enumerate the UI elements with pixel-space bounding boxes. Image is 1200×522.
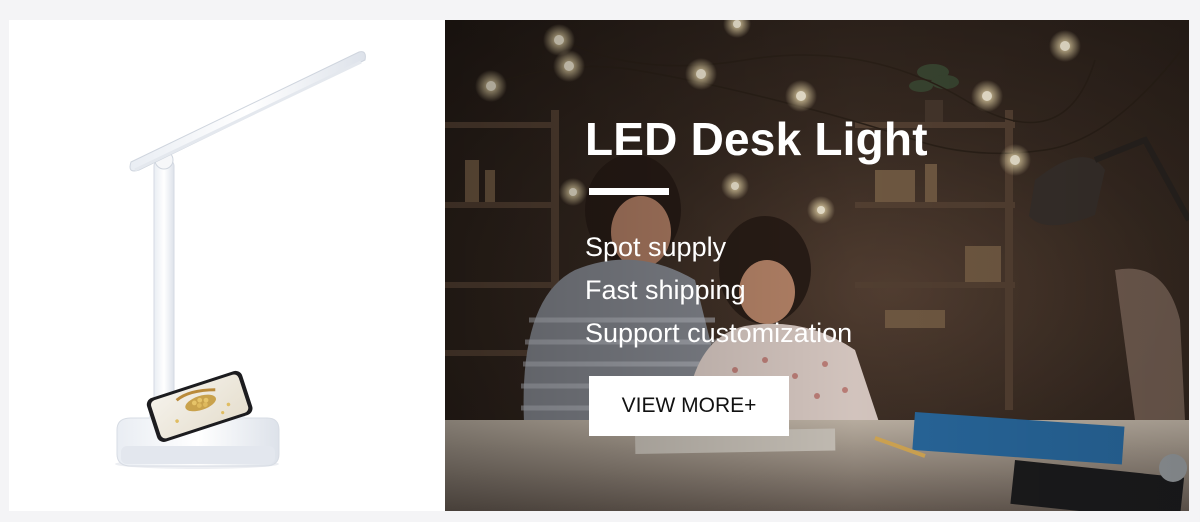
product-banner: LED Desk Light Spot supply Fast shipping… xyxy=(9,20,1189,511)
feature-item: Fast shipping xyxy=(585,275,746,305)
title-underline xyxy=(589,188,669,195)
banner-content: LED Desk Light Spot supply Fast shipping… xyxy=(585,20,1005,511)
view-more-button[interactable]: VIEW MORE+ xyxy=(589,376,789,436)
desk-lamp-image xyxy=(115,51,366,469)
banner-title: LED Desk Light xyxy=(585,113,928,165)
feature-item: Spot supply xyxy=(585,232,727,262)
product-image-panel xyxy=(9,20,445,511)
lifestyle-photo-panel: LED Desk Light Spot supply Fast shipping… xyxy=(445,20,1189,511)
feature-list: Spot supply Fast shipping Support custom… xyxy=(585,226,852,355)
feature-item: Support customization xyxy=(585,318,853,348)
